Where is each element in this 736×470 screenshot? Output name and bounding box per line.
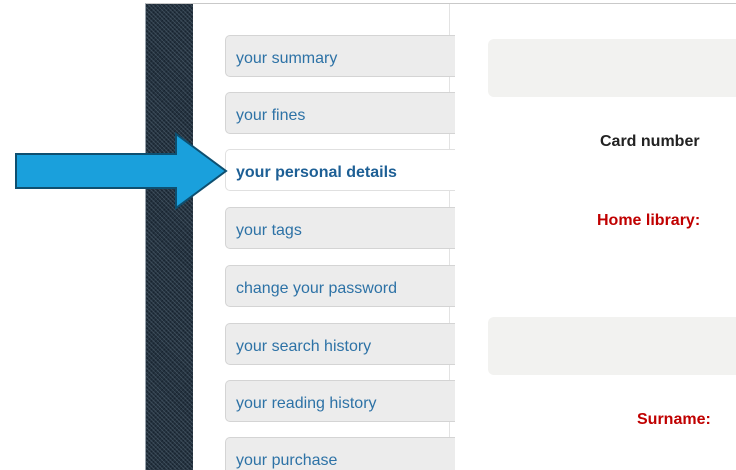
sidebar-item-label: your fines (236, 107, 306, 124)
account-sidebar: your summary your fines your personal de… (193, 4, 455, 470)
card-number-label: Card number (600, 133, 700, 150)
home-library-label: Home library: (597, 212, 701, 229)
sidebar-item-label: your summary (236, 50, 338, 67)
sidebar-item-reading-history[interactable]: your reading history (225, 380, 455, 422)
background-texture (146, 4, 193, 470)
sidebar-item-personal-details[interactable]: your personal details (225, 149, 455, 191)
section-header-panel (488, 39, 736, 97)
sidebar-item-label: your reading history (236, 395, 377, 412)
sidebar-item-label: your personal details (236, 164, 397, 181)
sidebar-item-purchase[interactable]: your purchase (225, 437, 455, 470)
section-header-panel (488, 317, 736, 375)
surname-label: Surname: (637, 411, 711, 428)
sidebar-item-label: your tags (236, 222, 302, 239)
sidebar-item-fines[interactable]: your fines (225, 92, 455, 134)
sidebar-item-tags[interactable]: your tags (225, 207, 455, 249)
account-page: your summary your fines your personal de… (145, 3, 736, 470)
sidebar-item-summary[interactable]: your summary (225, 35, 455, 77)
sidebar-item-search-history[interactable]: your search history (225, 323, 455, 365)
arrow-right-icon (15, 132, 228, 210)
sidebar-item-label: your search history (236, 338, 372, 355)
personal-details-content: Card number Home library: Surname: (450, 4, 736, 470)
sidebar-item-change-password[interactable]: change your password (225, 265, 455, 307)
sidebar-item-label: your purchase (236, 452, 338, 469)
sidebar-item-label: change your password (236, 280, 397, 297)
